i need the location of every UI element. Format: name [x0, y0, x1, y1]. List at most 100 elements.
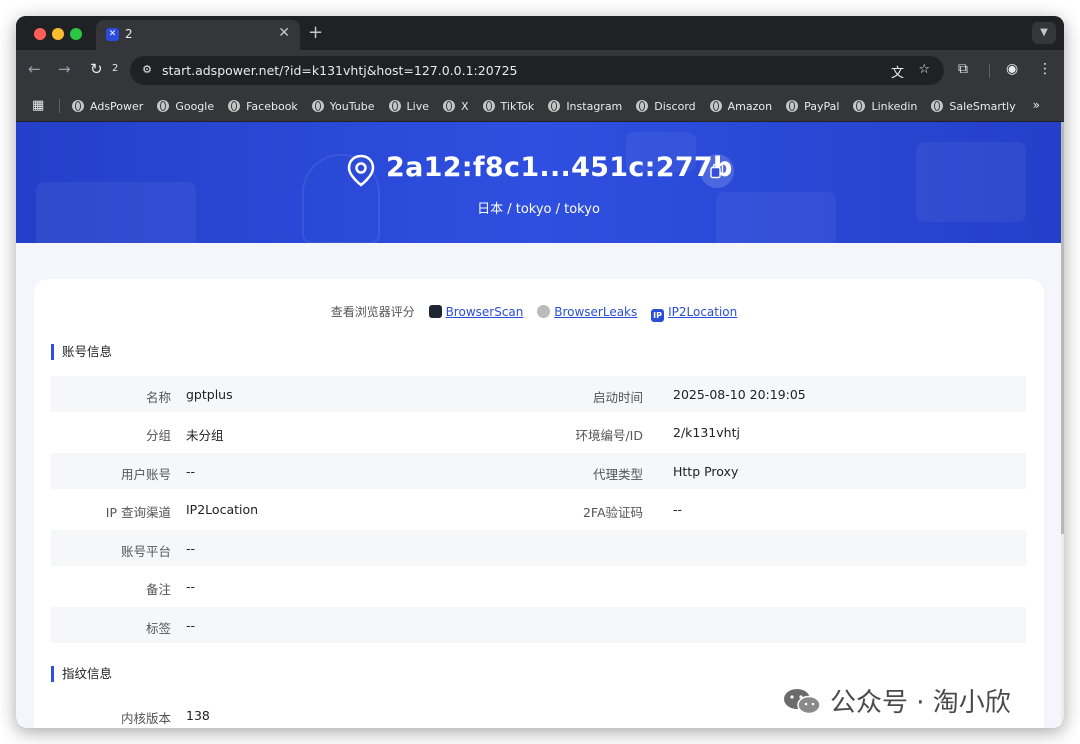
apps-grid-icon[interactable]: ▦ — [32, 98, 44, 113]
adspower-favicon-icon: ✕ — [106, 28, 119, 41]
active-tab[interactable]: ✕ 2 ✕ — [96, 20, 300, 50]
row-key: 账号平台 — [120, 544, 171, 559]
table-row: IP 查询渠道 IP2Location 2FA验证码 -- — [51, 491, 1026, 527]
browser-toolbar: ← → ↻ 2 ⚙ start.adspower.net/?id=k131vht… — [16, 50, 1064, 90]
bookmarks-list: AdsPower Google Facebook YouTube Live X TikTok… — [72, 90, 1030, 122]
bookmark-label: Live — [406, 99, 429, 113]
bookmark-item[interactable]: Facebook — [228, 100, 298, 113]
table-row: 名称 gptplus 启动时间 2025-08-10 20:19:05 — [51, 376, 1026, 412]
row-value: -- — [186, 464, 196, 479]
row-value: 2025-08-10 20:19:05 — [673, 387, 806, 402]
row-key: 内核版本 — [120, 711, 171, 726]
bookmark-item[interactable]: X — [443, 100, 469, 113]
reload-icon[interactable]: ↻ — [90, 60, 103, 78]
browser-window: ✕ 2 ✕ + ▼ ← → ↻ 2 ⚙ start.adspower.net/?… — [16, 16, 1064, 728]
bookmark-item[interactable]: Amazon — [709, 100, 772, 113]
row-key: 环境编号/ID — [575, 428, 643, 443]
site-info-icon[interactable]: ⚙ — [138, 61, 156, 79]
bookmark-item[interactable]: YouTube — [311, 99, 375, 113]
globe-icon — [443, 100, 455, 112]
toolbar-divider — [989, 64, 990, 78]
table-row: 用户账号 -- 代理类型 Http Proxy — [51, 453, 1026, 489]
scrollbar-thumb[interactable] — [1061, 122, 1064, 534]
row-value: -- — [186, 541, 196, 556]
bookmark-item[interactable]: Google — [157, 100, 214, 113]
score-label: 查看浏览器评分 — [330, 305, 415, 319]
bookmark-label: Facebook — [246, 99, 298, 113]
wechat-watermark: 公众号 · 淘小欣 — [782, 682, 1011, 719]
new-tab-button[interactable]: + — [308, 22, 323, 43]
back-arrow-icon[interactable]: ← — [28, 60, 41, 78]
bookmark-label: YouTube — [329, 99, 375, 113]
copy-icon — [710, 163, 724, 179]
globe-icon — [311, 100, 324, 112]
browserleaks-link[interactable]: BrowserLeaks — [554, 305, 637, 319]
table-row: 分组 未分组 环境编号/ID 2/k131vhtj — [51, 414, 1026, 450]
bookmark-label: SaleSmartly — [949, 99, 1016, 113]
ip2location-link[interactable]: IP2Location — [668, 305, 737, 319]
tab-search-chevron-icon[interactable]: ▼ — [1032, 22, 1056, 44]
row-value: -- — [186, 579, 196, 594]
bookmark-item[interactable]: Discord — [636, 99, 696, 113]
bookmark-star-icon[interactable]: ☆ — [918, 62, 930, 77]
globe-icon — [388, 100, 401, 112]
bookmark-item[interactable]: Instagram — [548, 100, 622, 113]
row-value: -- — [673, 502, 683, 517]
watermark-text: 公众号 · 淘小欣 — [830, 688, 1011, 718]
bookmark-label: Google — [175, 99, 215, 113]
bookmarks-overflow-icon[interactable]: » — [1033, 98, 1040, 112]
globe-icon — [157, 100, 170, 112]
row-value: 未分组 — [186, 428, 224, 443]
browser-score-row: 查看浏览器评分 BrowserScan BrowserLeaks IP IP2Lo… — [34, 303, 1044, 322]
forward-arrow-icon[interactable]: → — [58, 60, 71, 78]
bookmark-label: AdsPower — [90, 99, 144, 113]
translate-icon[interactable]: 文 — [891, 62, 904, 81]
bookmark-item[interactable]: SaleSmartly — [931, 99, 1016, 113]
browserscan-link[interactable]: BrowserScan — [446, 305, 524, 319]
row-key: IP 查询渠道 — [105, 505, 171, 520]
ip2location-icon: IP — [651, 309, 665, 322]
bookmark-label: TikTok — [500, 99, 535, 113]
tab-close-icon[interactable]: ✕ — [278, 25, 290, 41]
globe-icon — [636, 100, 649, 112]
tab-strip: ✕ 2 ✕ + ▼ — [16, 16, 1064, 50]
bookmark-label: Discord — [654, 99, 696, 113]
page-content: 2a12:f8c1...451c:277b 日本 / tokyo / tokyo… — [16, 122, 1061, 728]
globe-icon — [853, 100, 866, 112]
hero-banner: 2a12:f8c1...451c:277b 日本 / tokyo / tokyo — [16, 122, 1061, 243]
row-key: 代理类型 — [592, 467, 643, 482]
page-scrollbar[interactable] — [1061, 122, 1064, 728]
menu-kebab-icon[interactable]: ⋮ — [1038, 61, 1052, 77]
bookmark-label: Instagram — [566, 99, 623, 113]
minimize-window-button[interactable] — [52, 28, 64, 40]
bookmarks-bar: ▦ AdsPower Google Facebook YouTube Live X TikT… — [16, 90, 1064, 122]
row-key: 启动时间 — [592, 390, 643, 405]
globe-icon — [548, 100, 561, 112]
maximize-window-button[interactable] — [70, 28, 82, 40]
globe-icon — [786, 100, 799, 112]
bookmark-item[interactable]: AdsPower — [72, 100, 143, 113]
globe-icon — [72, 100, 84, 112]
bookmark-item[interactable]: Live — [388, 99, 429, 113]
ip-location: 日本 / tokyo / tokyo — [477, 202, 600, 217]
row-value: -- — [186, 618, 196, 633]
globe-icon — [931, 100, 944, 112]
table-row: 标签 -- — [51, 607, 1026, 643]
row-key: 名称 — [145, 390, 171, 405]
profile-icon[interactable]: ◉ — [1006, 61, 1018, 77]
bookmark-item[interactable]: PayPal — [786, 100, 839, 113]
bookmark-item[interactable]: Linkedin — [853, 100, 917, 113]
table-row: 账号平台 -- — [51, 530, 1026, 566]
url-text[interactable]: start.adspower.net/?id=k131vhtj&host=127… — [162, 63, 518, 78]
copy-ip-button[interactable] — [700, 154, 734, 188]
globe-icon — [228, 100, 241, 112]
info-card: 查看浏览器评分 BrowserScan BrowserLeaks IP IP2Lo… — [34, 279, 1044, 728]
close-window-button[interactable] — [34, 28, 46, 40]
wechat-icon — [784, 688, 821, 714]
browserscan-icon — [428, 305, 442, 318]
extensions-icon[interactable]: ⧉ — [958, 61, 968, 77]
row-value: 138 — [186, 708, 210, 723]
row-key: 标签 — [145, 621, 171, 636]
bookmark-item[interactable]: TikTok — [482, 99, 535, 113]
address-bar[interactable]: ⚙ start.adspower.net/?id=k131vhtj&host=1… — [130, 56, 944, 85]
